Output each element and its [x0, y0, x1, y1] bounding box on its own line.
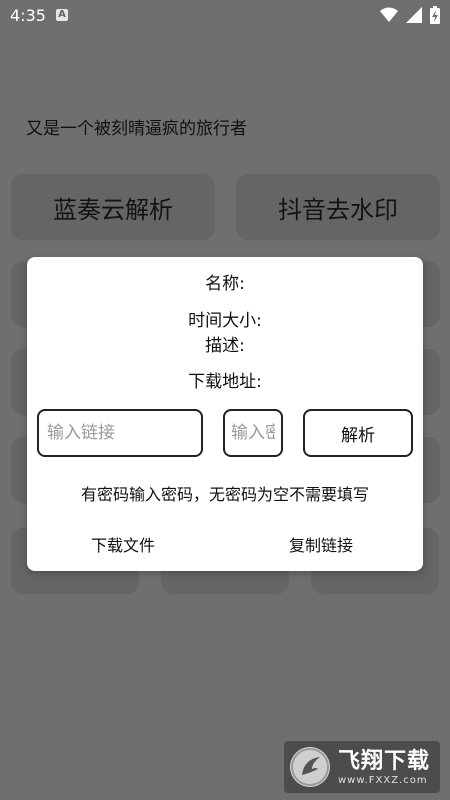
copy-link-button[interactable]: 复制链接	[289, 532, 353, 556]
time-size-label: 时间大小:	[188, 311, 262, 331]
background-button[interactable]	[420, 349, 440, 415]
description-label: 描述:	[205, 336, 245, 356]
watermark-url: www.FXXZ.com	[338, 774, 428, 786]
download-file-button[interactable]: 下载文件	[91, 532, 155, 556]
link-input[interactable]	[39, 423, 201, 443]
download-url-label: 下载地址:	[188, 372, 262, 392]
watermark-text: 飞翔下载 www.FXXZ.com	[338, 749, 430, 786]
background-button[interactable]	[420, 261, 440, 327]
fxxz-logo-icon	[290, 747, 330, 787]
battery-icon	[430, 6, 440, 24]
notification-a-icon: A	[56, 9, 68, 21]
background-button[interactable]	[420, 437, 440, 503]
password-hint: 有密码输入密码，无密码为空不需要填写	[80, 485, 369, 504]
signal-icon	[406, 7, 422, 23]
parse-dialog: 名称: 时间大小: 描述: 下载地址: 解析 有密码输入密码，无密码为空不需要填…	[27, 257, 423, 571]
parse-button[interactable]: 解析	[303, 409, 413, 457]
link-input-box[interactable]	[37, 409, 203, 457]
wifi-icon	[380, 7, 398, 22]
status-time: 4:35	[10, 6, 46, 25]
douyin-watermark-button[interactable]: 抖音去水印	[236, 174, 440, 240]
tagline-text: 又是一个被刻晴逼疯的旅行者	[26, 119, 247, 139]
name-label: 名称:	[205, 274, 245, 294]
lanzou-parse-button[interactable]: 蓝奏云解析	[11, 174, 215, 240]
status-bar: 4:35 A	[0, 0, 450, 32]
password-input-box[interactable]	[223, 409, 283, 457]
password-input[interactable]	[225, 423, 281, 443]
site-watermark: 飞翔下载 www.FXXZ.com	[284, 741, 440, 793]
status-icons	[380, 6, 440, 24]
watermark-title: 飞翔下载	[338, 748, 431, 774]
